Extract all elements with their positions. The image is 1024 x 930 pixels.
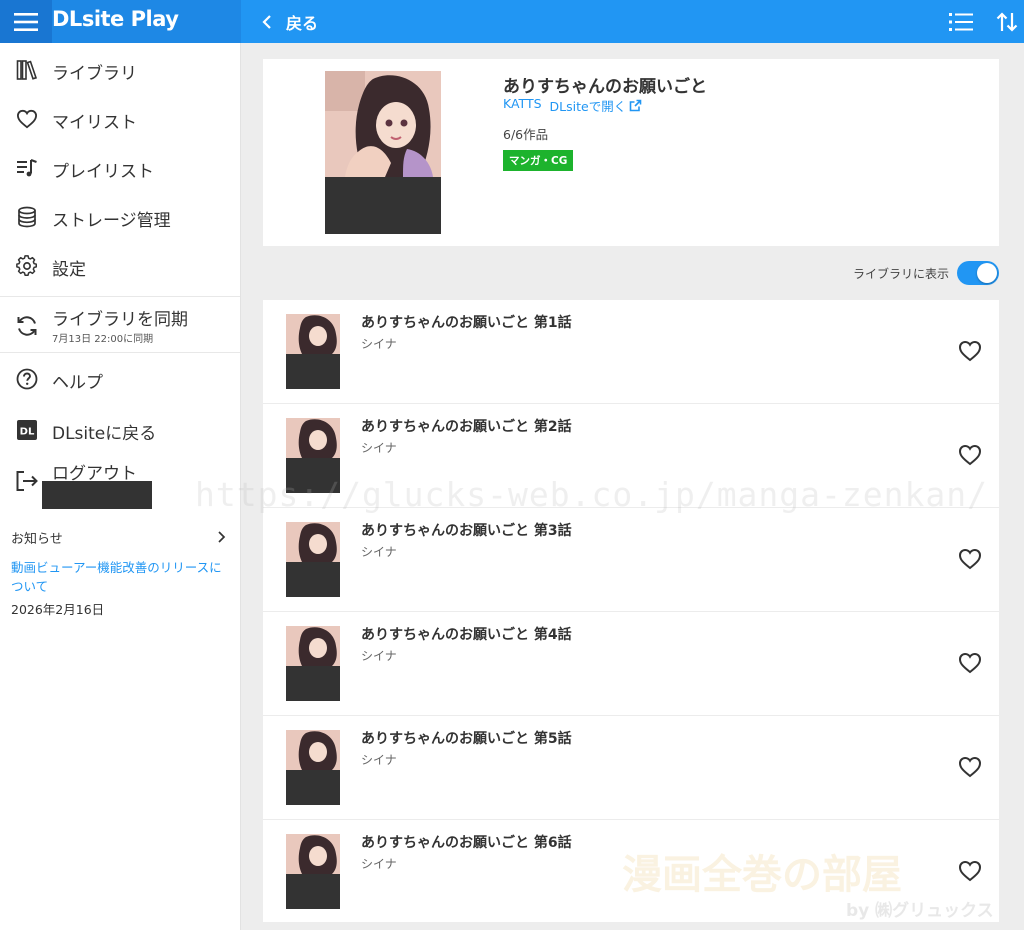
sync-label: ライブラリを同期: [52, 310, 188, 330]
sort-icon: [996, 11, 1018, 32]
episode-author: シイナ: [361, 441, 397, 455]
episode-title: ありすちゃんのお願いごと 第6話: [361, 835, 572, 851]
help-label: ヘルプ: [52, 373, 103, 393]
sidebar-item-storage[interactable]: ストレージ管理: [0, 202, 240, 232]
back-label: 戻る: [286, 13, 319, 33]
sync-library-button[interactable]: ライブラリを同期 7月13日 22:00に同期: [0, 301, 240, 351]
episode-title: ありすちゃんのお願いごと 第5話: [361, 731, 572, 747]
episode-author: シイナ: [361, 753, 397, 767]
list-icon: [949, 12, 973, 31]
work-count: 6/6作品: [503, 127, 549, 142]
favorite-button[interactable]: [957, 754, 983, 780]
episode-thumbnail: [286, 730, 340, 805]
episode-author: シイナ: [361, 337, 397, 351]
chevron-right-icon: [218, 531, 226, 543]
heart-icon: [15, 107, 39, 131]
heart-icon: [958, 548, 982, 570]
episode-author: シイナ: [361, 857, 397, 871]
episode-thumbnail: [286, 522, 340, 597]
dlsite-label: DLsiteに戻る: [52, 424, 157, 444]
back-button[interactable]: 戻る: [262, 0, 318, 43]
top-bar: DLsite Play 戻る: [0, 0, 1024, 43]
episode-title: ありすちゃんのお願いごと 第2話: [361, 419, 572, 435]
watermark-by: by ㈱グリュックス: [846, 901, 994, 921]
list-view-button[interactable]: [944, 0, 978, 43]
list-item[interactable]: ありすちゃんのお願いごと 第5話 シイナ: [263, 716, 999, 820]
gear-icon: [15, 254, 39, 278]
watermark-logo: 漫画全巻の部屋: [622, 852, 902, 898]
genre-badge: マンガ・CG: [503, 150, 574, 171]
watermark-url: https://glucks-web.co.jp/manga-zenkan/: [195, 475, 988, 514]
favorite-button[interactable]: [957, 546, 983, 572]
work-links: KATTS DLsiteで開く: [503, 96, 642, 115]
redacted-username: [42, 481, 152, 509]
episode-author: シイナ: [361, 545, 397, 559]
sidebar-item-label: ライブラリ: [52, 64, 137, 84]
toggle-knob: [977, 263, 997, 283]
library-visibility-row: ライブラリに表示: [853, 261, 999, 285]
open-in-dlsite-label: DLsiteで開く: [549, 99, 627, 114]
back-to-dlsite-button[interactable]: DL DLsiteに戻る: [0, 415, 240, 445]
sidebar-item-playlist[interactable]: プレイリスト: [0, 153, 240, 183]
favorite-button[interactable]: [957, 858, 983, 884]
sort-button[interactable]: [990, 0, 1024, 43]
help-button[interactable]: ヘルプ: [0, 364, 240, 394]
circle-link[interactable]: KATTS: [503, 96, 542, 115]
library-icon: [15, 58, 39, 82]
episode-title: ありすちゃんのお願いごと 第3話: [361, 523, 572, 539]
episode-author: シイナ: [361, 649, 397, 663]
sidebar-item-label: ストレージ管理: [52, 211, 171, 231]
list-item[interactable]: ありすちゃんのお願いごと 第1話 シイナ: [263, 300, 999, 404]
playlist-icon: [15, 156, 39, 180]
sidebar-item-library[interactable]: ライブラリ: [0, 55, 240, 85]
sidebar-item-settings[interactable]: 設定: [0, 251, 240, 281]
brand-area: DLsite Play: [0, 0, 241, 43]
heart-icon: [958, 756, 982, 778]
menu-button[interactable]: [0, 0, 52, 43]
notice-date: 2026年2月16日: [11, 602, 105, 617]
chevron-left-icon: [262, 14, 271, 29]
episode-title: ありすちゃんのお願いごと 第1話: [361, 315, 572, 331]
episode-list: ありすちゃんのお願いごと 第1話 シイナ ありすちゃんのお願いごと 第2話 シイ…: [263, 300, 999, 922]
sidebar-item-label: 設定: [52, 260, 86, 280]
divider: [0, 296, 240, 297]
cover-artwork: [325, 71, 441, 234]
favorite-button[interactable]: [957, 650, 983, 676]
heart-icon: [958, 444, 982, 466]
heart-icon: [958, 340, 982, 362]
help-icon: [15, 367, 39, 391]
episode-title: ありすちゃんのお願いごと 第4話: [361, 627, 572, 643]
logout-icon: [15, 469, 39, 493]
brand-logo[interactable]: DLsite Play: [52, 7, 179, 31]
episode-thumbnail: [286, 834, 340, 909]
storage-icon: [15, 205, 39, 229]
list-item[interactable]: ありすちゃんのお願いごと 第3話 シイナ: [263, 508, 999, 612]
external-link-icon: [629, 99, 642, 112]
hamburger-icon: [14, 12, 38, 31]
episode-thumbnail: [286, 314, 340, 389]
library-toggle[interactable]: [957, 261, 999, 285]
sync-icon: [15, 314, 39, 338]
notice-title: お知らせ: [11, 531, 63, 547]
cover-image[interactable]: [325, 71, 441, 234]
open-in-dlsite-link[interactable]: DLsiteで開く: [550, 96, 643, 115]
library-toggle-label: ライブラリに表示: [852, 266, 949, 281]
notice-header[interactable]: お知らせ: [11, 527, 226, 547]
favorite-button[interactable]: [957, 338, 983, 364]
heart-icon: [958, 652, 982, 674]
work-title: ありすちゃんのお願いごと: [503, 77, 707, 97]
dlsite-logo-icon: DL: [15, 418, 39, 442]
notice-link[interactable]: 動画ビューアー機能改善のリリースについて: [11, 558, 226, 596]
sidebar-item-mylist[interactable]: マイリスト: [0, 104, 240, 134]
favorite-button[interactable]: [957, 442, 983, 468]
svg-text:DL: DL: [20, 427, 35, 438]
divider: [0, 352, 240, 353]
sync-timestamp: 7月13日 22:00に同期: [52, 334, 154, 345]
heart-icon: [958, 860, 982, 882]
sidebar-item-label: プレイリスト: [52, 162, 154, 182]
list-item[interactable]: ありすちゃんのお願いごと 第4話 シイナ: [263, 612, 999, 716]
sidebar-item-label: マイリスト: [52, 113, 137, 133]
episode-thumbnail: [286, 626, 340, 701]
